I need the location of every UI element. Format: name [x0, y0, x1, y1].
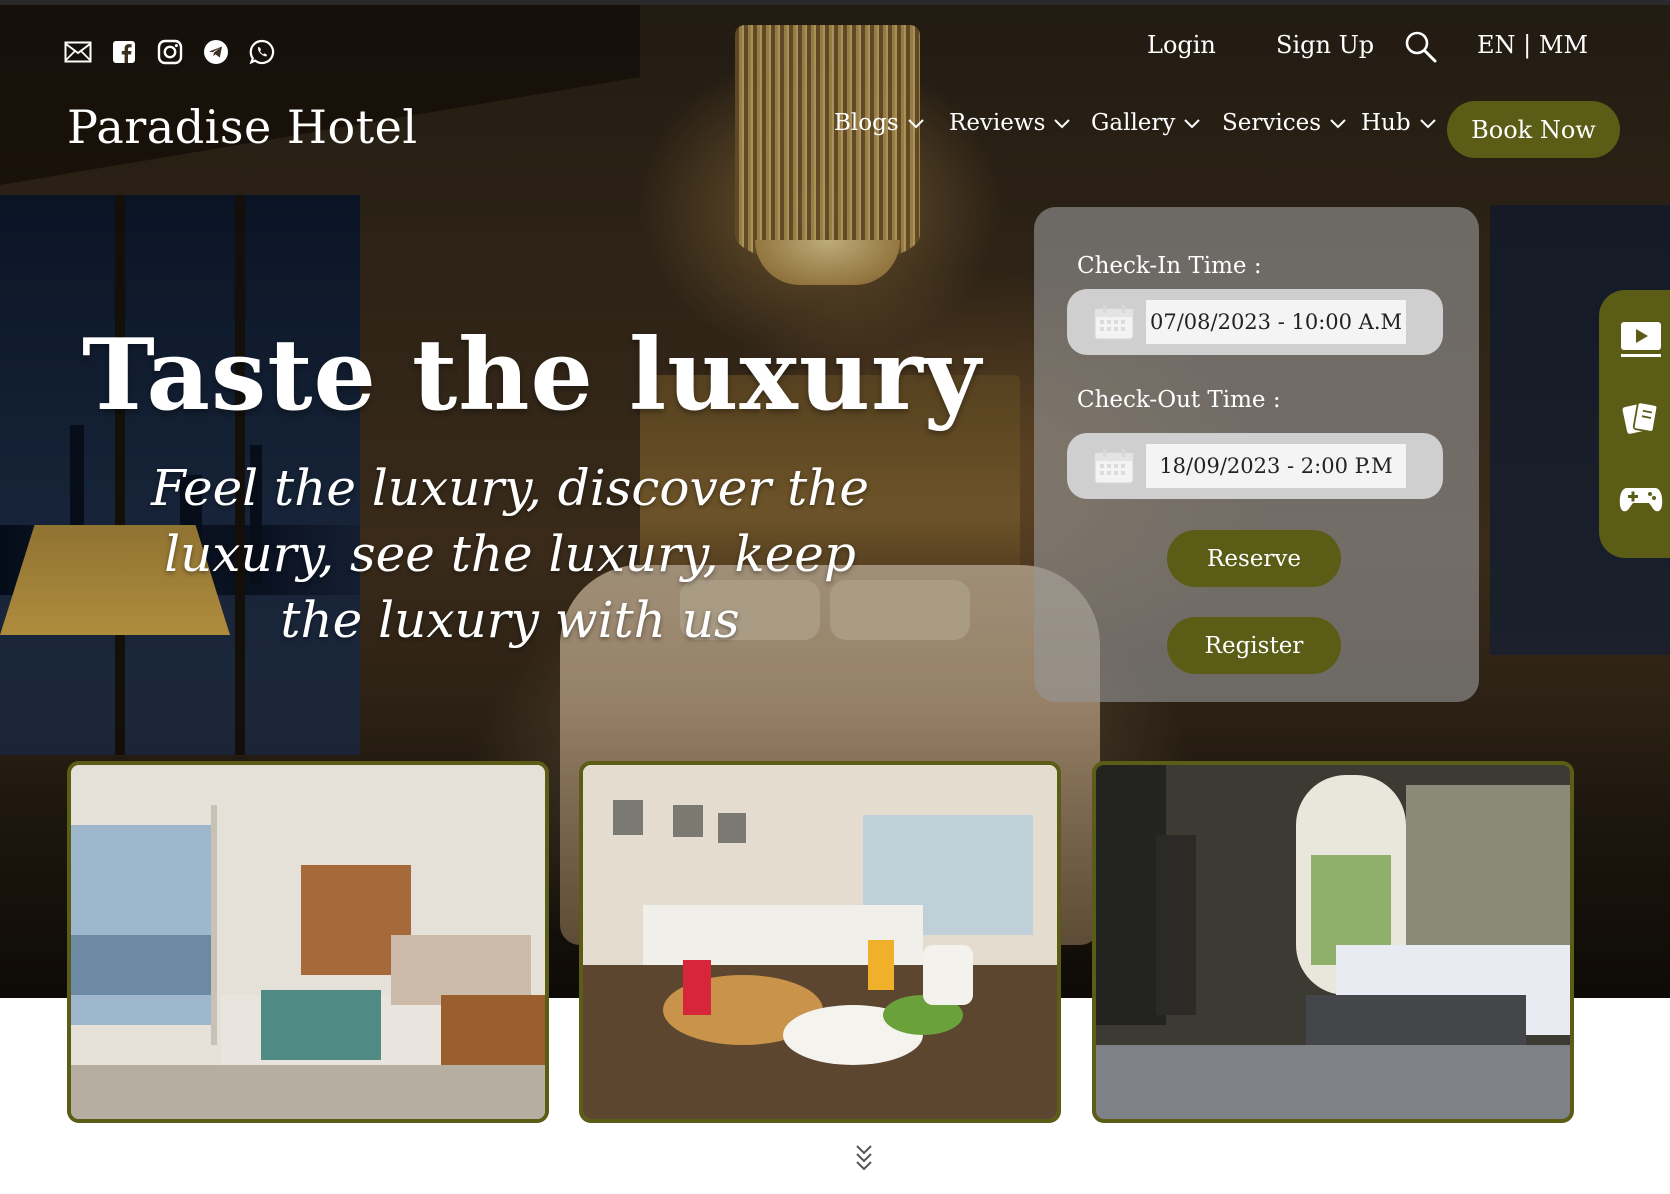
side-dock [1599, 290, 1670, 558]
nav-hub[interactable]: Hub [1361, 110, 1437, 136]
whatsapp-icon[interactable] [248, 38, 276, 66]
tagline-line: luxury, see the luxury, keep [164, 525, 856, 583]
tagline-line: Feel the luxury, discover the [151, 459, 869, 517]
facebook-icon[interactable] [110, 38, 138, 66]
tagline-line: the luxury with us [280, 591, 740, 649]
check-in-field[interactable]: 07/08/2023 - 10:00 A.M [1067, 289, 1443, 355]
booking-panel: Check-In Time : 07/08/2023 - 10:00 A.M C… [1034, 207, 1479, 702]
nav-reviews-label: Reviews [949, 110, 1046, 136]
gamepad-icon[interactable] [1619, 480, 1663, 520]
login-link[interactable]: Login [1147, 31, 1216, 59]
nav-gallery-label: Gallery [1091, 110, 1176, 136]
nav-services[interactable]: Services [1222, 110, 1347, 136]
nav-services-label: Services [1222, 110, 1322, 136]
calendar-icon [1094, 305, 1134, 340]
nav-reviews[interactable]: Reviews [949, 110, 1071, 136]
hero-headline: Taste the luxury [82, 318, 982, 433]
search-icon[interactable] [1404, 30, 1438, 68]
language-switch[interactable]: EN | MM [1477, 31, 1588, 59]
instagram-icon[interactable] [156, 38, 184, 66]
hero-tagline: Feel the luxury, discover the luxury, se… [95, 455, 925, 653]
classic-bedroom-photo[interactable] [1092, 761, 1574, 1123]
nav-hub-label: Hub [1361, 110, 1411, 136]
chevron-down-icon [907, 119, 924, 129]
telegram-icon[interactable] [202, 38, 230, 66]
chevron-down-icon [1419, 119, 1436, 129]
check-out-label: Check-Out Time : [1077, 387, 1281, 413]
breakfast-room-photo[interactable] [579, 761, 1061, 1123]
check-out-value[interactable]: 18/09/2023 - 2:00 P.M [1146, 444, 1406, 488]
social-icons [64, 38, 276, 66]
brand-logo[interactable]: Paradise Hotel [67, 100, 418, 154]
check-in-label: Check-In Time : [1077, 253, 1262, 279]
video-icon[interactable] [1619, 320, 1663, 360]
reserve-button[interactable]: Reserve [1167, 530, 1341, 587]
chevron-down-icon [1330, 119, 1346, 129]
check-out-field[interactable]: 18/09/2023 - 2:00 P.M [1067, 433, 1443, 499]
mail-icon[interactable] [64, 38, 92, 66]
check-in-value[interactable]: 07/08/2023 - 10:00 A.M [1146, 300, 1406, 344]
chevron-down-icon [1054, 119, 1071, 129]
sign-up-link[interactable]: Sign Up [1276, 31, 1374, 59]
hotel-suite-photo[interactable] [67, 761, 549, 1123]
nav-gallery[interactable]: Gallery [1091, 110, 1201, 136]
chevron-down-icon [1184, 119, 1201, 129]
scroll-down-icon[interactable] [853, 1143, 875, 1173]
book-now-button[interactable]: Book Now [1447, 101, 1620, 158]
nav-blogs[interactable]: Blogs [834, 110, 925, 136]
nav-blogs-label: Blogs [834, 110, 899, 136]
register-button[interactable]: Register [1167, 617, 1341, 674]
game-cards-icon[interactable] [1619, 398, 1663, 438]
calendar-icon [1094, 449, 1134, 484]
